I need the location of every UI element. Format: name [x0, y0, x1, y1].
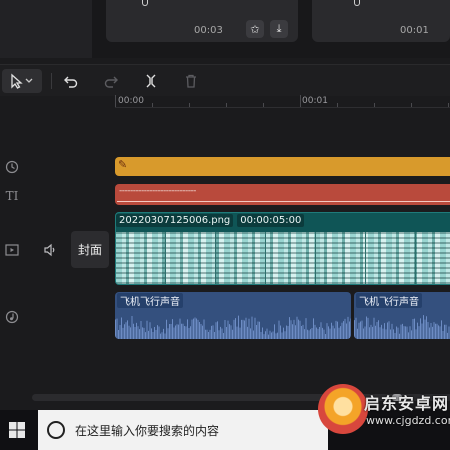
text-clip-content: ----------------------------	[119, 186, 196, 196]
audio-clip[interactable]: 飞机飞行声音	[115, 292, 351, 339]
timeline-ruler[interactable]: 00:00 00:01	[115, 95, 450, 108]
redo-button[interactable]	[100, 69, 122, 93]
mute-toggle-icon[interactable]	[43, 242, 57, 257]
windows-logo-icon	[9, 422, 25, 438]
text-clip-underline	[117, 201, 450, 202]
search-placeholder: 在这里输入你要搜索的内容	[75, 423, 220, 438]
ruler-tick	[263, 103, 264, 107]
video-thumbnail	[316, 232, 366, 284]
ruler-label: 00:00	[118, 96, 144, 106]
video-clip[interactable]: 20220307125006.png 00:00:05:00	[115, 212, 450, 285]
favorite-icon[interactable]: ✩	[246, 20, 264, 38]
select-tool-button[interactable]	[2, 69, 42, 93]
video-thumbnail	[166, 232, 216, 284]
video-duration: 00:00:05:00	[237, 214, 305, 227]
media-duration: 00:01	[400, 25, 429, 36]
video-thumbnail	[266, 232, 316, 284]
sticker-clip[interactable]: ✎	[115, 157, 450, 176]
site-watermark: 启东安卓网 www.cjgdzd.com	[318, 382, 450, 450]
audio-waveform	[354, 315, 450, 339]
split-icon	[146, 74, 156, 88]
video-track-icon	[4, 242, 20, 258]
audio-track-icon	[4, 309, 20, 325]
audio-clip-label: 飞机飞行声音	[356, 293, 422, 308]
media-handle-icon	[354, 0, 360, 6]
ruler-tick	[152, 103, 153, 107]
video-clip-header: 20220307125006.png 00:00:05:00	[116, 214, 305, 227]
split-button[interactable]	[140, 69, 162, 93]
media-duration: 00:03	[194, 25, 223, 36]
ruler-tick	[226, 103, 227, 107]
video-thumbnail	[116, 232, 166, 284]
text-track-icon: TI	[5, 189, 19, 203]
cursor-icon	[11, 73, 33, 89]
watermark-title: 启东安卓网	[364, 394, 450, 413]
audio-waveform	[115, 315, 351, 339]
redo-icon	[104, 76, 118, 88]
taskbar-search[interactable]: 在这里输入你要搜索的内容	[38, 410, 328, 450]
video-filename: 20220307125006.png	[116, 214, 234, 227]
windows-start-button[interactable]	[0, 410, 34, 450]
audio-clip-label: 飞机飞行声音	[117, 293, 183, 308]
media-panel: 00:03 ✩ ⤓ 00:01	[0, 0, 450, 58]
media-card[interactable]: 00:01	[312, 0, 450, 42]
video-thumbnail	[366, 232, 416, 284]
video-thumbnail	[216, 232, 266, 284]
ruler-label: 00:01	[302, 96, 328, 106]
ruler-tick	[448, 103, 449, 107]
undo-icon	[64, 76, 78, 88]
media-card[interactable]: 00:03 ✩ ⤓	[106, 0, 298, 42]
timeline-toolbar	[0, 64, 450, 96]
ruler-tick	[115, 95, 116, 107]
video-thumbnails	[116, 232, 450, 284]
delete-button[interactable]	[180, 69, 202, 93]
download-icon[interactable]: ⤓	[270, 20, 288, 38]
text-clip[interactable]: ----------------------------	[115, 184, 450, 205]
sticker-icon: ✎	[118, 158, 128, 171]
audio-clip[interactable]: 飞机飞行声音	[354, 292, 450, 339]
cortana-icon	[47, 421, 65, 439]
video-thumbnail	[416, 232, 450, 284]
media-handle-icon	[142, 0, 148, 6]
undo-button[interactable]	[60, 69, 82, 93]
media-sidebar	[0, 0, 92, 58]
audio-track: 飞机飞行声音 飞机飞行声音	[115, 292, 450, 339]
toolbar-divider	[51, 73, 52, 89]
ruler-tick	[374, 103, 375, 107]
sticker-track-icon	[4, 159, 20, 175]
ruler-tick	[337, 103, 338, 107]
trash-icon	[186, 74, 196, 88]
ruler-tick	[189, 103, 190, 107]
watermark-logo	[318, 384, 368, 434]
cover-button[interactable]: 封面	[71, 231, 109, 268]
watermark-url: www.cjgdzd.com	[366, 414, 450, 427]
ruler-tick	[411, 103, 412, 107]
ruler-tick	[300, 95, 301, 107]
